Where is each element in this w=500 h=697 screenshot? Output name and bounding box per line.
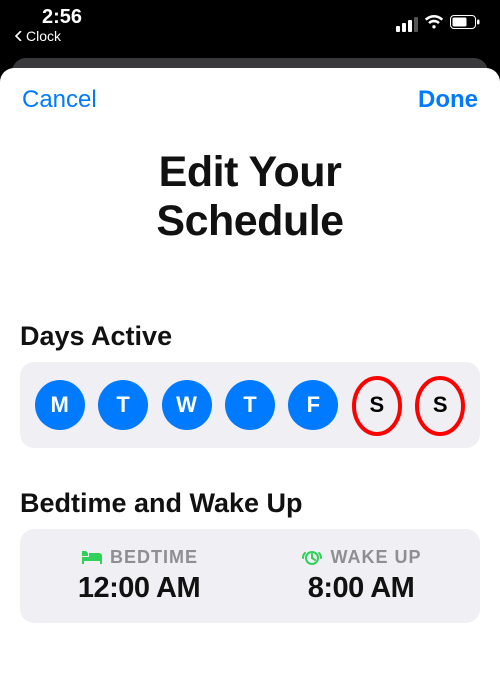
day-label: S — [369, 392, 384, 418]
bedtime-wakeup-section: Bedtime and Wake Up BEDTIME 12:00 AM — [0, 488, 500, 623]
days-active-label: Days Active — [20, 321, 480, 352]
wakeup-label: WAKE UP — [330, 547, 421, 568]
chevron-left-icon — [14, 31, 24, 41]
wakeup-column[interactable]: WAKE UP 8:00 AM — [250, 547, 472, 605]
day-toggle-4[interactable]: F — [288, 380, 338, 430]
day-toggle-0[interactable]: M — [35, 380, 85, 430]
status-left: 2:56 Clock — [14, 6, 82, 44]
page-title-line1: Edit Your — [30, 148, 470, 197]
day-toggle-6[interactable]: S — [415, 380, 465, 430]
wifi-icon — [424, 14, 444, 35]
time-card: BEDTIME 12:00 AM WAKE UP 8:00 AM — [20, 529, 480, 623]
day-toggle-5[interactable]: S — [352, 380, 402, 430]
bedtime-value: 12:00 AM — [78, 572, 200, 605]
days-card: MTWTFSS — [20, 362, 480, 448]
day-label: T — [116, 392, 129, 418]
bedtime-header: BEDTIME — [80, 547, 198, 568]
status-bar: 2:56 Clock — [0, 0, 500, 58]
sheet-nav: Cancel Done — [0, 68, 500, 124]
cellular-signal-icon — [396, 17, 418, 32]
day-label: W — [176, 392, 197, 418]
page-title-line2: Schedule — [30, 197, 470, 246]
battery-icon — [450, 15, 480, 35]
bedtime-column[interactable]: BEDTIME 12:00 AM — [28, 547, 250, 605]
done-button[interactable]: Done — [418, 86, 478, 114]
edit-schedule-sheet: Cancel Done Edit Your Schedule Days Acti… — [0, 68, 500, 697]
bed-icon — [80, 548, 104, 566]
day-toggle-3[interactable]: T — [225, 380, 275, 430]
days-active-section: Days Active M T W T F S S — [0, 321, 500, 448]
status-right — [396, 6, 486, 35]
breadcrumb-back-label: Clock — [26, 28, 61, 44]
day-label: T — [243, 392, 256, 418]
page-title: Edit Your Schedule — [0, 124, 500, 257]
wakeup-value: 8:00 AM — [308, 572, 415, 605]
day-label: F — [307, 392, 320, 418]
alarm-icon — [300, 548, 324, 566]
bedtime-wakeup-label: Bedtime and Wake Up — [20, 488, 480, 519]
status-time: 2:56 — [14, 6, 82, 29]
cancel-button[interactable]: Cancel — [22, 86, 97, 114]
bedtime-label: BEDTIME — [110, 547, 198, 568]
day-label: M — [51, 392, 69, 418]
day-toggle-1[interactable]: T — [98, 380, 148, 430]
day-label: S — [433, 392, 448, 418]
wakeup-header: WAKE UP — [300, 547, 421, 568]
breadcrumb-back[interactable]: Clock — [14, 28, 82, 44]
day-toggle-2[interactable]: W — [162, 380, 212, 430]
